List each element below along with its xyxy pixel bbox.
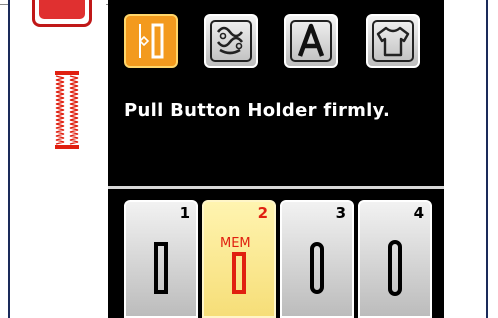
tab-decorative-stitch[interactable] <box>204 14 258 68</box>
tab-utility-stitch[interactable] <box>124 14 178 68</box>
preview-tab-button[interactable] <box>32 0 92 27</box>
garment-icon <box>372 20 414 62</box>
status-message: Pull Button Holder firmly. <box>124 100 391 121</box>
buttonhole-round-icon <box>310 242 324 294</box>
buttonhole-keyhole-icon <box>388 240 402 296</box>
preview-tab-fill <box>39 0 85 19</box>
tab-garment[interactable] <box>366 14 420 68</box>
key-number: 3 <box>335 204 346 222</box>
stitch-preview-panel <box>8 0 106 318</box>
stitch-key-2[interactable]: 2 MEM <box>202 200 276 318</box>
memory-badge: MEM <box>220 236 251 251</box>
right-border <box>486 0 488 318</box>
right-margin <box>444 0 498 318</box>
key-number: 1 <box>179 204 190 222</box>
stitch-key-4[interactable]: 4 <box>358 200 432 318</box>
character-stitch-icon <box>290 20 332 62</box>
tab-character-stitch[interactable] <box>284 14 338 68</box>
stitch-key-1[interactable]: 1 <box>124 200 198 318</box>
buttonhole-preview-icon <box>55 71 79 149</box>
buttonhole-square-icon <box>232 252 246 294</box>
lcd-screen: Pull Button Holder firmly. 1 2 MEM 3 4 <box>108 0 444 318</box>
key-number: 2 <box>257 204 268 222</box>
key-number: 4 <box>413 204 424 222</box>
decorative-stitch-icon <box>210 20 252 62</box>
buttonhole-square-icon <box>154 242 168 294</box>
stitch-key-3[interactable]: 3 <box>280 200 354 318</box>
screen-divider <box>108 186 444 189</box>
utility-stitch-icon <box>139 23 164 59</box>
